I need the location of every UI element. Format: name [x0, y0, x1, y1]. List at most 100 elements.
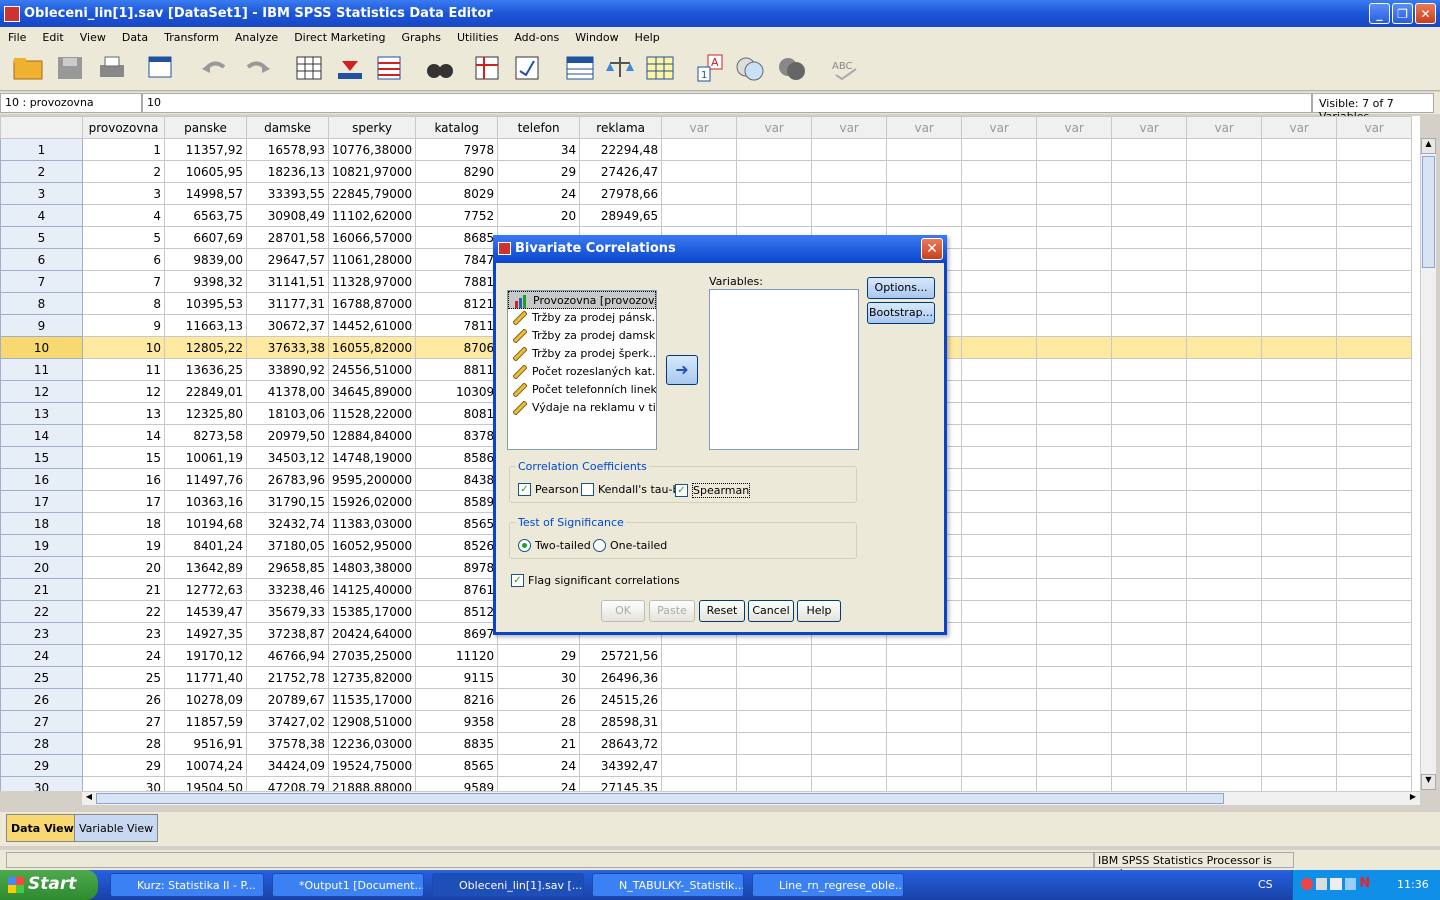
menu-view[interactable]: View [72, 31, 114, 44]
data-cell[interactable]: 27426,47 [579, 160, 663, 183]
insert-variable-icon[interactable] [512, 53, 544, 83]
menu-analyze[interactable]: Analyze [227, 31, 286, 44]
menu-file[interactable]: File [0, 31, 34, 44]
data-cell[interactable]: 8697 [415, 622, 499, 645]
empty-cell[interactable] [1186, 622, 1263, 645]
data-cell[interactable]: 11357,92 [164, 138, 247, 161]
one-tailed-radio[interactable]: One-tailed [593, 539, 667, 552]
empty-cell[interactable] [811, 732, 888, 755]
data-cell[interactable]: 10309 [415, 380, 499, 403]
empty-cell[interactable] [661, 644, 738, 667]
menu-utilities[interactable]: Utilities [449, 31, 506, 44]
options-button[interactable]: Options... [867, 277, 935, 299]
source-variable-item[interactable]: Počet rozeslaných kat... [508, 363, 656, 381]
data-cell[interactable]: 11663,13 [164, 314, 247, 337]
empty-cell[interactable] [961, 556, 1038, 579]
empty-cell[interactable] [886, 644, 963, 667]
column-header[interactable]: var [961, 116, 1038, 139]
target-variables-list[interactable] [709, 289, 859, 450]
data-cell[interactable]: 6607,69 [164, 226, 247, 249]
value-labels-icon[interactable]: A1 [694, 53, 726, 83]
data-cell[interactable]: 37633,38 [246, 336, 329, 359]
scroll-up-arrow-icon[interactable]: ▲ [1421, 138, 1436, 154]
column-header[interactable]: var [736, 116, 813, 139]
empty-cell[interactable] [886, 160, 963, 183]
scroll-down-arrow-icon[interactable]: ▼ [1421, 774, 1436, 790]
tab-data-view[interactable]: Data View [6, 814, 79, 842]
data-cell[interactable]: 11061,28000 [327, 248, 417, 271]
row-number[interactable]: 8 [0, 292, 83, 315]
empty-cell[interactable] [1186, 534, 1263, 557]
data-cell[interactable]: 28949,65 [579, 204, 663, 227]
empty-cell[interactable] [661, 710, 738, 733]
data-cell[interactable]: 26 [82, 688, 165, 711]
restore-button[interactable]: ❐ [1392, 3, 1413, 24]
dialog-recall-icon[interactable] [146, 53, 178, 83]
empty-cell[interactable] [1186, 226, 1263, 249]
empty-cell[interactable] [1186, 710, 1263, 733]
use-variable-sets-icon[interactable] [734, 53, 766, 83]
empty-cell[interactable] [1186, 248, 1263, 271]
empty-cell[interactable] [1111, 248, 1188, 271]
empty-cell[interactable] [961, 688, 1038, 711]
row-number[interactable]: 1 [0, 138, 83, 161]
data-cell[interactable]: 8589 [415, 490, 499, 513]
data-cell[interactable]: 16578,93 [246, 138, 329, 161]
data-cell[interactable]: 10395,53 [164, 292, 247, 315]
empty-cell[interactable] [886, 182, 963, 205]
data-cell[interactable]: 12772,63 [164, 578, 247, 601]
empty-cell[interactable] [1186, 600, 1263, 623]
empty-cell[interactable] [1261, 358, 1338, 381]
empty-cell[interactable] [736, 182, 813, 205]
empty-cell[interactable] [1111, 710, 1188, 733]
empty-cell[interactable] [1036, 424, 1113, 447]
move-to-variables-button[interactable]: ➜ [666, 355, 698, 385]
data-cell[interactable]: 24 [82, 644, 165, 667]
empty-cell[interactable] [961, 644, 1038, 667]
data-cell[interactable]: 12908,51000 [327, 710, 417, 733]
data-cell[interactable]: 30908,49 [246, 204, 329, 227]
column-header[interactable]: var [1036, 116, 1113, 139]
empty-cell[interactable] [811, 138, 888, 161]
insert-cases-icon[interactable] [472, 53, 504, 83]
data-cell[interactable]: 28598,31 [579, 710, 663, 733]
data-cell[interactable]: 8586 [415, 446, 499, 469]
data-cell[interactable]: 14748,19000 [327, 446, 417, 469]
data-cell[interactable]: 7881 [415, 270, 499, 293]
empty-cell[interactable] [1111, 336, 1188, 359]
empty-cell[interactable] [1111, 182, 1188, 205]
empty-cell[interactable] [736, 138, 813, 161]
data-cell[interactable]: 11328,97000 [327, 270, 417, 293]
row-number[interactable]: 21 [0, 578, 83, 601]
spell-check-icon[interactable]: ABC [830, 53, 862, 83]
data-cell[interactable]: 10074,24 [164, 754, 247, 777]
empty-cell[interactable] [1111, 512, 1188, 535]
empty-cell[interactable] [961, 710, 1038, 733]
data-cell[interactable]: 35679,33 [246, 600, 329, 623]
empty-cell[interactable] [1111, 732, 1188, 755]
data-cell[interactable]: 34392,47 [579, 754, 663, 777]
data-cell[interactable]: 24556,51000 [327, 358, 417, 381]
data-cell[interactable]: 11535,17000 [327, 688, 417, 711]
data-cell[interactable]: 16066,57000 [327, 226, 417, 249]
source-variable-item[interactable]: Výdaje na reklamu v ti... [508, 399, 656, 417]
column-header[interactable]: panske [164, 116, 247, 139]
data-cell[interactable]: 10776,38000 [327, 138, 417, 161]
data-cell[interactable]: 8526 [415, 534, 499, 557]
ok-button[interactable]: OK [601, 600, 645, 622]
data-cell[interactable]: 30 [82, 776, 165, 791]
data-cell[interactable]: 11120 [415, 644, 499, 667]
data-cell[interactable]: 1 [82, 138, 165, 161]
row-number[interactable]: 26 [0, 688, 83, 711]
horizontal-scroll-thumb[interactable] [96, 793, 1224, 804]
data-cell[interactable]: 29 [497, 644, 581, 667]
empty-cell[interactable] [736, 754, 813, 777]
data-cell[interactable]: 31177,31 [246, 292, 329, 315]
empty-cell[interactable] [1336, 248, 1413, 271]
data-cell[interactable]: 31790,15 [246, 490, 329, 513]
column-header[interactable]: katalog [415, 116, 499, 139]
undo-icon[interactable] [198, 53, 230, 83]
column-header[interactable]: var [661, 116, 738, 139]
antivirus-tray-icon[interactable] [1301, 878, 1313, 890]
two-tailed-radio[interactable]: Two-tailed [518, 539, 591, 552]
